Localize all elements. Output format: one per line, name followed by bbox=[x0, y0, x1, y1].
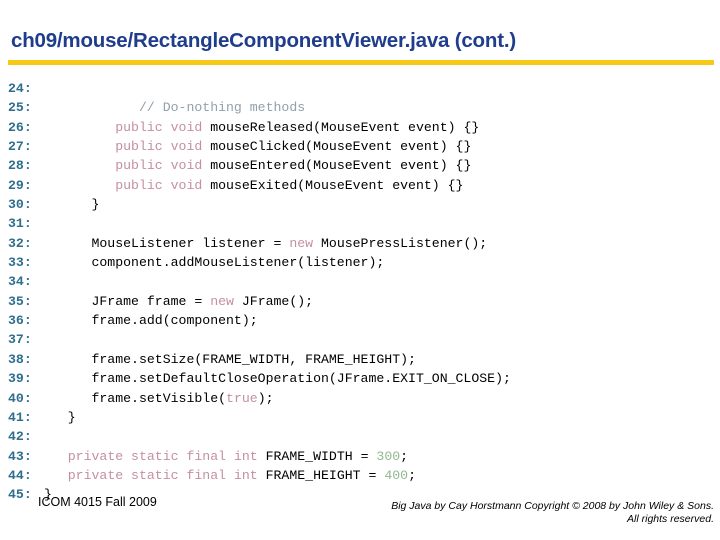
code-token-code-text: ); bbox=[257, 390, 274, 406]
code-line: 32: MouseListener listener = new MousePr… bbox=[8, 234, 712, 253]
slide-canvas: ch09/mouse/RectangleComponentViewer.java… bbox=[0, 0, 720, 540]
code-line: 37: bbox=[8, 330, 712, 349]
code-line: 27: public void mouseClicked(MouseEvent … bbox=[8, 137, 712, 156]
code-token-kw: private static final int bbox=[67, 467, 258, 483]
code-token-num: 300 bbox=[376, 448, 401, 464]
code-line: 36: frame.add(component); bbox=[8, 311, 712, 330]
code-token-empty bbox=[44, 81, 52, 96]
code-token-code-text bbox=[44, 158, 115, 173]
footer-copyright: Big Java by Cay Horstmann Copyright © 20… bbox=[391, 500, 714, 525]
code-token-code-text bbox=[44, 139, 115, 154]
code-token-code-text: frame.setSize(FRAME_WIDTH, FRAME_HEIGHT)… bbox=[44, 351, 416, 367]
code-line-number: 30: bbox=[8, 197, 32, 213]
code-line: 41: } bbox=[8, 408, 712, 427]
code-token-code-text bbox=[44, 468, 68, 483]
code-token-code-text: ; bbox=[400, 448, 409, 464]
code-line-number: 24: bbox=[8, 81, 32, 96]
code-token-code-text: mouseClicked(MouseEvent event) {} bbox=[202, 139, 472, 155]
code-token-code-text: JFrame(); bbox=[233, 293, 314, 309]
code-line-number: 26: bbox=[8, 119, 32, 135]
code-line-number: 32: bbox=[8, 235, 32, 251]
code-line: 40: frame.setVisible(true); bbox=[8, 389, 712, 408]
code-token-code-text: FRAME_WIDTH = bbox=[257, 448, 377, 464]
code-line: 33: component.addMouseListener(listener)… bbox=[8, 253, 712, 272]
footer-course-label: ICOM 4015 Fall 2009 bbox=[38, 495, 157, 509]
code-token-code-text: mouseReleased(MouseEvent event) {} bbox=[202, 119, 480, 135]
code-line-number: 42: bbox=[8, 429, 32, 445]
code-line: 31: bbox=[8, 214, 712, 233]
code-line: 28: public void mouseEntered(MouseEvent … bbox=[8, 156, 712, 175]
code-token-cmt: // Do-nothing methods bbox=[44, 100, 306, 116]
code-token-code-text: mouseExited(MouseEvent event) {} bbox=[202, 177, 464, 193]
code-token-code-text: mouseEntered(MouseEvent event) {} bbox=[202, 158, 472, 174]
code-line: 30: } bbox=[8, 195, 712, 214]
code-token-kw: private static final int bbox=[67, 448, 258, 464]
code-line-number: 29: bbox=[8, 177, 32, 193]
code-line: 25: // Do-nothing methods bbox=[8, 98, 712, 117]
code-line-number: 33: bbox=[8, 255, 32, 271]
code-line-number: 38: bbox=[8, 351, 32, 367]
code-token-code-text: frame.setDefaultCloseOperation(JFrame.EX… bbox=[44, 371, 511, 387]
code-line: 35: JFrame frame = new JFrame(); bbox=[8, 292, 712, 311]
code-token-kw: public void bbox=[115, 177, 203, 193]
code-line: 24: bbox=[8, 79, 712, 98]
code-line: 26: public void mouseReleased(MouseEvent… bbox=[8, 118, 712, 137]
code-token-code-text: FRAME_HEIGHT = bbox=[257, 467, 385, 483]
title-divider-rule bbox=[8, 60, 714, 65]
code-line-number: 27: bbox=[8, 139, 32, 155]
code-line: 29: public void mouseExited(MouseEvent e… bbox=[8, 176, 712, 195]
code-line: 43: private static final int FRAME_WIDTH… bbox=[8, 447, 712, 466]
code-token-kw: public void bbox=[115, 158, 203, 174]
code-line: 42: bbox=[8, 427, 712, 446]
code-token-code-text: ; bbox=[408, 467, 416, 483]
code-line-number: 44: bbox=[8, 467, 32, 483]
code-line-number: 40: bbox=[8, 390, 32, 406]
code-line-number: 43: bbox=[8, 448, 32, 464]
code-line-number: 39: bbox=[8, 371, 32, 387]
code-line: 38: frame.setSize(FRAME_WIDTH, FRAME_HEI… bbox=[8, 350, 712, 369]
code-line-number: 35: bbox=[8, 293, 32, 309]
code-line: 39: frame.setDefaultCloseOperation(JFram… bbox=[8, 369, 712, 388]
code-token-code-text: frame.add(component); bbox=[44, 313, 258, 329]
code-line: 44: private static final int FRAME_HEIGH… bbox=[8, 466, 712, 485]
code-line-number: 41: bbox=[8, 409, 32, 425]
code-line-number: 25: bbox=[8, 100, 32, 116]
code-line-number: 37: bbox=[8, 332, 32, 348]
code-token-code-text: component.addMouseListener(listener); bbox=[44, 255, 385, 271]
code-line-number: 28: bbox=[8, 158, 32, 174]
code-line-number: 31: bbox=[8, 216, 32, 232]
code-token-code-text: } bbox=[44, 197, 100, 213]
code-token-code-text: MousePressListener(); bbox=[313, 235, 488, 251]
code-token-code-text: MouseListener listener = bbox=[44, 235, 290, 251]
code-token-empty bbox=[44, 429, 52, 444]
code-token-code-text bbox=[44, 120, 115, 135]
code-line: 34: bbox=[8, 272, 712, 291]
code-token-kw: new bbox=[210, 293, 234, 309]
code-token-kw: public void bbox=[115, 139, 203, 155]
code-token-kw: public void bbox=[115, 119, 203, 135]
code-line-number: 34: bbox=[8, 274, 32, 290]
code-token-kw: new bbox=[289, 235, 314, 251]
code-token-code-text: JFrame frame = bbox=[44, 293, 211, 309]
code-token-empty bbox=[44, 216, 52, 231]
code-token-code-text: } bbox=[44, 409, 76, 425]
code-token-empty bbox=[44, 274, 52, 289]
page-title: ch09/mouse/RectangleComponentViewer.java… bbox=[11, 29, 516, 52]
code-token-code-text: frame.setVisible( bbox=[44, 390, 227, 406]
code-token-code-text bbox=[44, 178, 115, 193]
code-token-code-text bbox=[44, 449, 68, 464]
code-line-number: 36: bbox=[8, 313, 32, 329]
code-token-num: 400 bbox=[384, 467, 409, 483]
code-token-kw: true bbox=[226, 390, 258, 406]
code-token-empty bbox=[44, 332, 52, 347]
code-listing: 24: 25: // Do-nothing methods 26: public … bbox=[8, 79, 712, 505]
